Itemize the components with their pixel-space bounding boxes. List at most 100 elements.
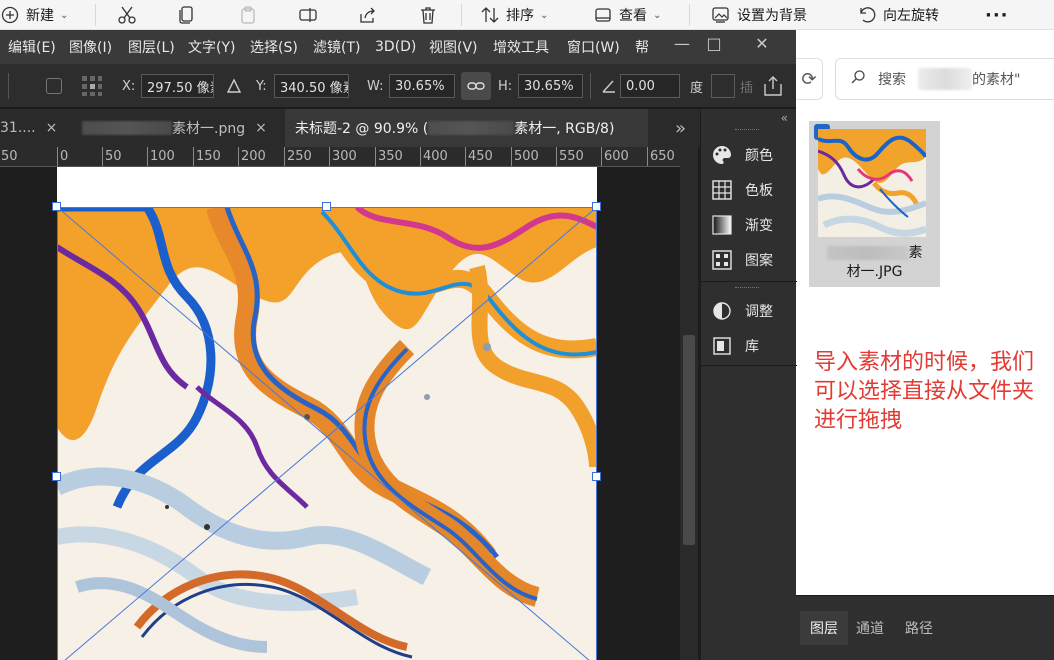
library-icon [711, 335, 733, 357]
ruler-label: 200 [238, 147, 266, 166]
delta-icon[interactable] [226, 64, 242, 108]
tab-channels[interactable]: 通道 [846, 611, 894, 645]
panel-grip[interactable] [735, 287, 759, 290]
close-icon[interactable]: × [255, 120, 267, 136]
menu-filter[interactable]: 滤镜(T) [313, 30, 360, 64]
tab-layers[interactable]: 图层 [800, 611, 848, 645]
link-toggle[interactable] [461, 64, 491, 108]
panel-patterns[interactable]: 图案 [701, 242, 797, 277]
w-label: W: [367, 78, 384, 94]
new-button[interactable]: 新建 ⌄ [0, 0, 68, 30]
menu-type[interactable]: 文字(Y) [188, 30, 235, 64]
view-button[interactable]: 查看 ⌄ [593, 0, 661, 30]
panel-label: 颜色 [745, 147, 773, 164]
gradient-icon [711, 214, 733, 236]
vertical-scrollbar[interactable] [680, 147, 698, 660]
menu-window[interactable]: 窗口(W) [567, 30, 620, 64]
share-button[interactable] [358, 0, 378, 30]
ruler-label: 600 [601, 147, 629, 166]
y-position-field[interactable]: 340.50 像素 [274, 74, 349, 98]
tab-label: 素材一, RGB/8) [514, 121, 615, 137]
menu-help[interactable]: 帮 [635, 30, 649, 64]
x-position-field[interactable]: 297.50 像素 [141, 74, 214, 98]
transform-handle[interactable] [52, 472, 61, 481]
ruler-label: 0 [57, 147, 68, 166]
adjustments-icon [711, 300, 733, 322]
transform-handle[interactable] [52, 202, 61, 211]
cut-button[interactable] [117, 0, 137, 30]
search-icon [850, 69, 866, 89]
transform-handle[interactable] [322, 202, 331, 211]
close-icon[interactable]: × [46, 120, 58, 136]
close-button[interactable]: ✕ [742, 30, 782, 56]
panel-dock: « 颜色 色板 渐变 图案 调整 库 [700, 109, 797, 660]
explorer-content-pane: ⟳ 搜索 的素材" ✓ [796, 30, 1054, 595]
w-field-wrap: 30.65% [389, 64, 455, 108]
tab-overflow-button[interactable]: » [665, 109, 696, 147]
restore-button[interactable]: □ [694, 30, 734, 56]
new-label: 新建 [26, 8, 54, 24]
canvas-area[interactable] [0, 167, 680, 660]
panel-libraries[interactable]: 库 [701, 328, 797, 363]
menu-layer[interactable]: 图层(L) [128, 30, 175, 64]
width-field[interactable]: 30.65% [389, 74, 455, 98]
panel-grip[interactable] [735, 129, 759, 132]
panel-color[interactable]: 颜色 [701, 137, 797, 172]
file-item[interactable]: ✓ 素 材一.JPG [809, 121, 940, 287]
menu-3d[interactable]: 3D(D) [375, 30, 416, 64]
sort-label: 排序 [506, 8, 534, 24]
scrollbar-thumb[interactable] [683, 335, 695, 545]
ruler-label: 300 [329, 147, 357, 166]
redacted-text [428, 121, 515, 135]
menu-image[interactable]: 图像(I) [69, 30, 112, 64]
placed-image-layer[interactable] [57, 207, 597, 660]
skew-field[interactable] [711, 64, 735, 108]
tab-document-2[interactable]: 素材一.png × [72, 109, 282, 147]
tab-document-3[interactable]: 未标题-2 @ 90.9% ( 素材一, RGB/8) [285, 109, 648, 147]
view-label: 查看 [619, 8, 647, 24]
ruler-label: 50 [102, 147, 122, 166]
view-icon [593, 5, 613, 25]
file-name-part: 素 [908, 245, 923, 261]
rotate-left-button[interactable]: 向左旋转 [857, 0, 939, 30]
tab-label: 素材一.png [172, 121, 246, 137]
rename-button[interactable] [298, 0, 318, 30]
chevron-down-icon: ⌄ [540, 9, 549, 21]
height-field[interactable]: 30.65% [518, 74, 583, 98]
tab-document-1[interactable]: 31.... × [0, 109, 70, 147]
y-field-wrap: 340.50 像素 [274, 64, 349, 108]
set-background-button[interactable]: 设置为背景 [711, 0, 807, 30]
trash-icon [418, 5, 438, 25]
paste-button[interactable] [238, 0, 258, 30]
menu-edit[interactable]: 编辑(E) [8, 30, 56, 64]
panel-adjustments[interactable]: 调整 [701, 293, 797, 328]
rename-icon [298, 5, 318, 25]
tab-paths[interactable]: 路径 [895, 611, 943, 645]
share-icon[interactable] [762, 64, 784, 108]
transform-handle[interactable] [592, 472, 601, 481]
more-options-button[interactable]: ··· [985, 0, 1009, 30]
sort-arrows-icon [480, 5, 500, 25]
share-icon [358, 5, 378, 25]
copy-button[interactable] [177, 0, 197, 30]
panel-label: 色板 [745, 182, 773, 199]
refresh-button[interactable]: ⟳ [796, 58, 823, 100]
menu-plugins[interactable]: 增效工具 [493, 30, 549, 64]
reference-point-checkbox[interactable] [46, 64, 62, 108]
panel-swatches[interactable]: 色板 [701, 172, 797, 207]
redacted-text [826, 246, 909, 260]
transform-handle[interactable] [592, 202, 601, 211]
panel-gradient[interactable]: 渐变 [701, 207, 797, 242]
rotate-left-icon [857, 5, 877, 25]
tab-label: 31.... [0, 120, 36, 136]
collapse-dock-button[interactable]: « [781, 111, 788, 125]
angle-field[interactable]: 0.00 [620, 74, 680, 98]
sort-button[interactable]: 排序 ⌄ [480, 0, 548, 30]
options-divider [8, 64, 9, 108]
delete-button[interactable] [418, 0, 438, 30]
screen: 新建 ⌄ 排序 ⌄ 查看 ⌄ 设置为背景 向左旋转 ··· ⟳ 搜索 的素材" … [0, 0, 1054, 660]
menu-select[interactable]: 选择(S) [250, 30, 298, 64]
reference-point-grid-icon[interactable] [80, 64, 104, 108]
search-input[interactable]: 搜索 的素材" [835, 58, 1054, 100]
menu-view[interactable]: 视图(V) [429, 30, 478, 64]
